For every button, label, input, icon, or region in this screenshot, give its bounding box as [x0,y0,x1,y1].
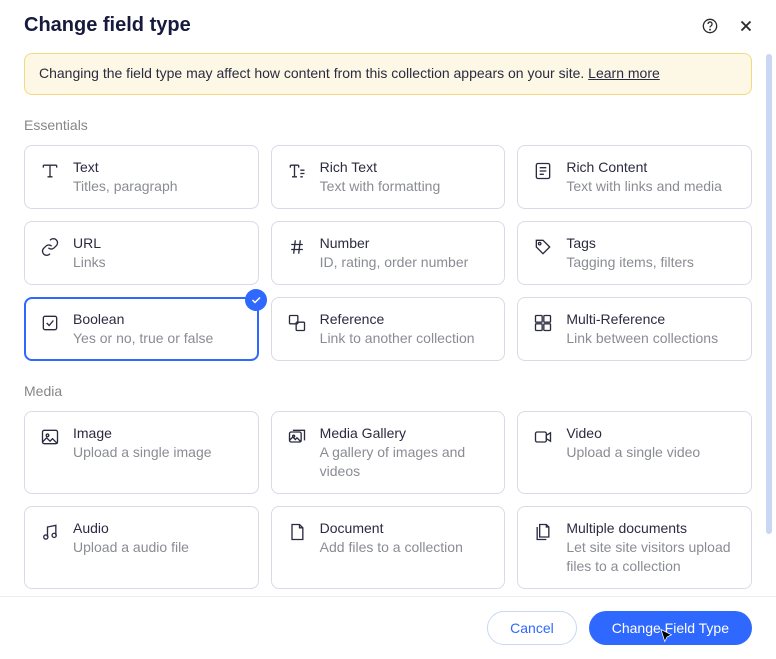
audio-icon [39,521,61,543]
learn-more-link[interactable]: Learn more [588,65,660,81]
scrollbar[interactable] [766,54,772,534]
multi-reference-icon [532,312,554,334]
field-label: Rich Content [566,158,737,176]
field-audio[interactable]: AudioUpload a audio file [24,506,259,589]
field-label: Number [320,234,491,252]
modal-title: Change field type [24,14,191,37]
number-icon [286,236,308,258]
section-media: Media [24,383,752,399]
field-document[interactable]: DocumentAdd files to a collection [271,506,506,589]
multi-document-icon [532,521,554,543]
field-desc: Upload a audio file [73,538,244,557]
field-label: Multi-Reference [566,310,737,328]
text-icon [39,160,61,182]
confirm-button[interactable]: Change Field Type [589,611,752,645]
field-label: Media Gallery [320,424,491,442]
field-desc: A gallery of images and videos [320,443,491,481]
field-label: Image [73,424,244,442]
field-url[interactable]: URLLinks [24,221,259,285]
field-desc: ID, rating, order number [320,253,491,272]
field-label: Tags [566,234,737,252]
field-rich-text[interactable]: Rich TextText with formatting [271,145,506,209]
field-label: Text [73,158,244,176]
help-icon[interactable] [700,16,720,36]
field-rich-content[interactable]: Rich ContentText with links and media [517,145,752,209]
reference-icon [286,312,308,334]
field-desc: Upload a single video [566,443,737,462]
field-label: Video [566,424,737,442]
field-boolean[interactable]: BooleanYes or no, true or false [24,297,259,361]
field-desc: Links [73,253,244,272]
document-icon [286,521,308,543]
close-icon[interactable] [736,16,756,36]
rich-text-icon [286,160,308,182]
selected-check-icon [245,289,267,311]
field-desc: Yes or no, true or false [73,329,244,348]
field-label: Reference [320,310,491,328]
field-desc: Titles, paragraph [73,177,244,196]
field-desc: Text with formatting [320,177,491,196]
field-desc: Link to another collection [320,329,491,348]
field-multi-reference[interactable]: Multi-ReferenceLink between collections [517,297,752,361]
field-reference[interactable]: ReferenceLink to another collection [271,297,506,361]
field-text[interactable]: TextTitles, paragraph [24,145,259,209]
rich-content-icon [532,160,554,182]
cancel-button[interactable]: Cancel [487,611,577,645]
field-label: Multiple documents [566,519,737,537]
field-label: Boolean [73,310,244,328]
field-desc: Add files to a collection [320,538,491,557]
field-label: Rich Text [320,158,491,176]
field-label: URL [73,234,244,252]
field-desc: Let site site visitors upload files to a… [566,538,737,576]
url-icon [39,236,61,258]
section-essentials: Essentials [24,117,752,133]
field-number[interactable]: NumberID, rating, order number [271,221,506,285]
field-video[interactable]: VideoUpload a single video [517,411,752,494]
field-desc: Tagging items, filters [566,253,737,272]
warning-banner: Changing the field type may affect how c… [24,53,752,95]
banner-text: Changing the field type may affect how c… [39,65,588,81]
field-multiple-documents[interactable]: Multiple documentsLet site site visitors… [517,506,752,589]
field-tags[interactable]: TagsTagging items, filters [517,221,752,285]
field-label: Document [320,519,491,537]
video-icon [532,426,554,448]
image-icon [39,426,61,448]
field-desc: Text with links and media [566,177,737,196]
boolean-icon [39,312,61,334]
gallery-icon [286,426,308,448]
field-label: Audio [73,519,244,537]
field-media-gallery[interactable]: Media GalleryA gallery of images and vid… [271,411,506,494]
field-desc: Upload a single image [73,443,244,462]
tags-icon [532,236,554,258]
field-desc: Link between collections [566,329,737,348]
field-image[interactable]: ImageUpload a single image [24,411,259,494]
